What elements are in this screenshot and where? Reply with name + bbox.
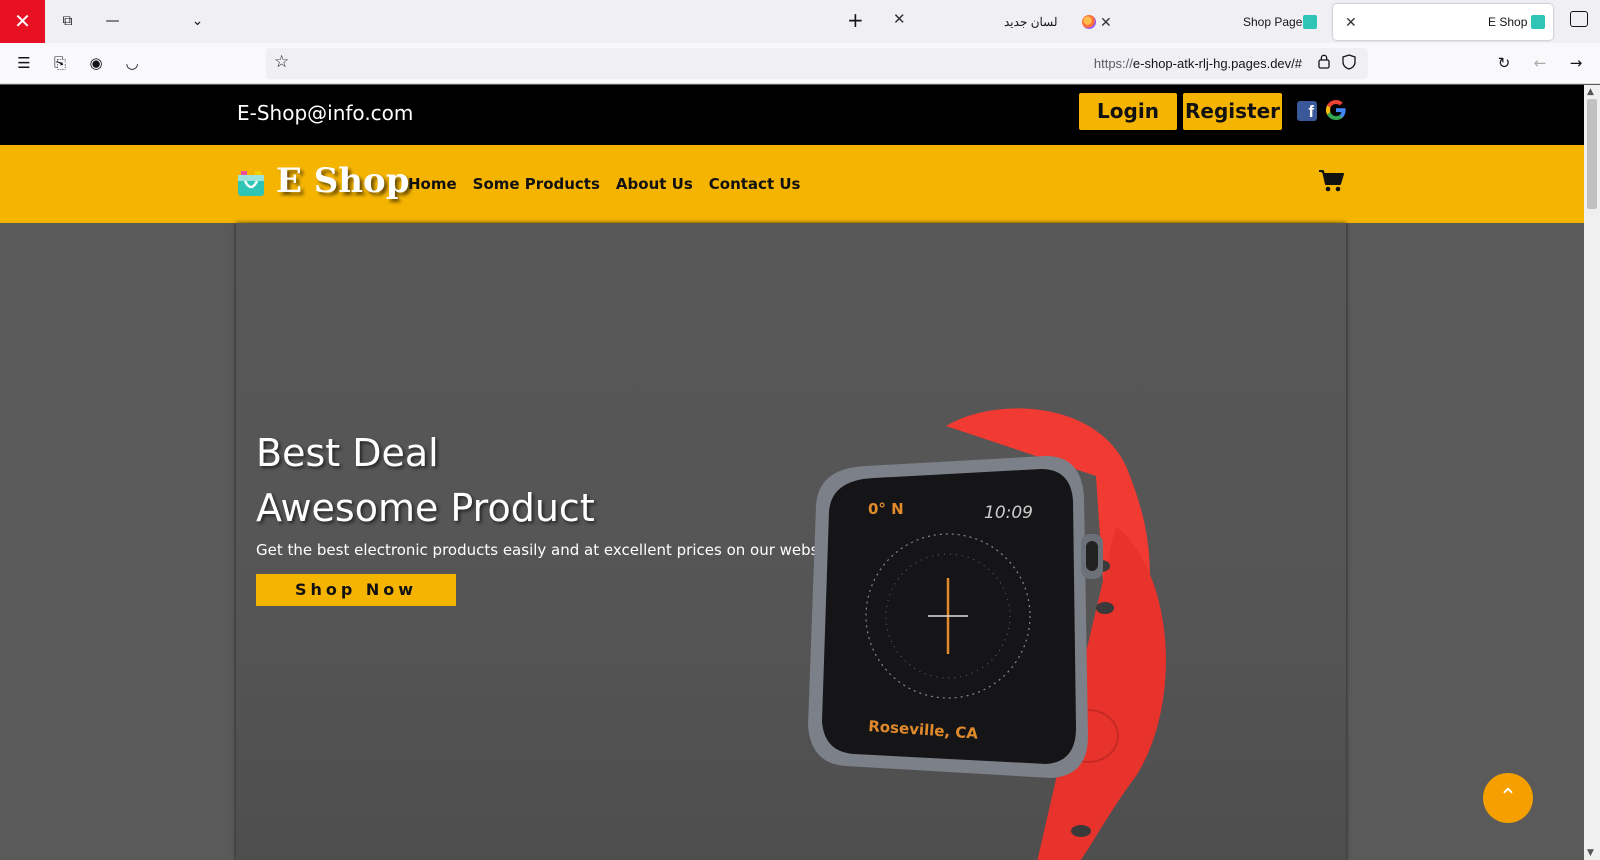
close-icon[interactable]: ✕ [893, 10, 906, 28]
shopping-cart-icon[interactable] [1318, 169, 1344, 193]
lock-icon[interactable] [1318, 54, 1330, 69]
scrollbar-thumb[interactable] [1587, 99, 1597, 209]
back-arrow-icon[interactable]: ← [1528, 51, 1552, 75]
scroll-down-arrow-icon[interactable]: ▼ [1587, 848, 1594, 858]
browser-tab-bar: ✕ ⧉ — ⌄ + ✕ ✕ لسان جدید Shop Page ✕ E Sh… [0, 0, 1600, 43]
tracking-shield-icon[interactable] [1342, 54, 1356, 70]
tab-title: E Shop [1488, 15, 1528, 29]
web-page: E-Shop@info.com Login Register f E Shop … [0, 85, 1584, 860]
minimize-window-button[interactable]: — [90, 0, 135, 43]
nav-about-us-link[interactable]: About Us [616, 175, 693, 193]
top-contact-bar: E-Shop@info.com Login Register f [0, 85, 1584, 145]
hero-description: Get the best electronic products easily … [256, 541, 843, 559]
register-button[interactable]: Register [1183, 93, 1282, 130]
browser-navigation-bar: ☰ ⎘ ◉ ◡ ☆ https://e-shop-atk-rlj-hg.page… [0, 43, 1600, 84]
contact-email[interactable]: E-Shop@info.com [237, 101, 413, 125]
tab-list-chevron-icon[interactable]: ⌄ [175, 0, 220, 43]
bookmark-star-icon[interactable]: ☆ [274, 52, 289, 72]
main-navigation: E Shop Home Some Products About Us Conta… [0, 145, 1584, 223]
shopping-bag-logo-icon[interactable] [237, 169, 265, 197]
tab-title: لسان جدید [1004, 15, 1058, 29]
restore-window-button[interactable]: ⧉ [45, 0, 90, 43]
tab-shop-page[interactable]: Shop Page [1235, 4, 1317, 40]
smartwatch-product-image: 0° N 10:09 Roseville, CA [808, 408, 1166, 860]
hero-title-line1: Best Deal [256, 431, 439, 475]
pocket-icon[interactable]: ◡ [120, 51, 144, 75]
page-scrollbar[interactable]: ▲ ▼ [1584, 85, 1600, 860]
nav-menu: Home Some Products About Us Contact Us [408, 175, 816, 193]
new-tab-button[interactable]: + [847, 8, 864, 32]
tab-overview-icon[interactable] [1570, 11, 1588, 27]
eshop-bag-icon [1303, 15, 1317, 29]
forward-arrow-icon[interactable]: → [1564, 51, 1588, 75]
nav-home-link[interactable]: Home [408, 175, 457, 193]
nav-contact-us-link[interactable]: Contact Us [709, 175, 801, 193]
url-text[interactable]: https://e-shop-atk-rlj-hg.pages.dev/# [1094, 56, 1302, 71]
url-host: e-shop-atk-rlj-hg.pages.dev/# [1132, 56, 1302, 71]
close-window-button[interactable]: ✕ [0, 0, 45, 43]
shop-now-button[interactable]: Shop Now [256, 574, 456, 606]
tab-close-icon[interactable]: ✕ [1345, 14, 1357, 31]
login-button[interactable]: Login [1079, 93, 1177, 130]
url-bar[interactable]: ☆ https://e-shop-atk-rlj-hg.pages.dev/# [266, 48, 1368, 79]
nav-some-products-link[interactable]: Some Products [473, 175, 600, 193]
tab-new-tab[interactable]: ✕ لسان جدید [1000, 4, 1120, 40]
reload-icon[interactable]: ↻ [1492, 51, 1516, 75]
google-icon[interactable] [1324, 98, 1348, 122]
tab-close-icon[interactable]: ✕ [1100, 14, 1112, 31]
eshop-bag-icon [1531, 15, 1545, 29]
menu-icon[interactable]: ☰ [12, 51, 36, 75]
watch-heading-readout: 0° N [868, 500, 904, 518]
extensions-icon[interactable]: ⎘ [48, 51, 72, 75]
hero-title-line2: Awesome Product [256, 486, 595, 530]
watch-time-readout: 10:09 [984, 503, 1033, 523]
firefox-icon [1082, 15, 1096, 29]
site-logo-text[interactable]: E Shop [276, 161, 409, 201]
tab-e-shop[interactable]: ✕ E Shop [1333, 4, 1553, 40]
hero-banner: Best Deal Awesome Product Get the best e… [236, 223, 1346, 860]
tab-title: Shop Page [1243, 15, 1303, 29]
url-scheme: https:// [1093, 56, 1133, 71]
scroll-to-top-chevron-icon[interactable]: ⌃ [1483, 773, 1533, 823]
account-icon[interactable]: ◉ [84, 51, 108, 75]
facebook-icon[interactable]: f [1297, 101, 1317, 121]
scroll-up-arrow-icon[interactable]: ▲ [1587, 87, 1594, 97]
